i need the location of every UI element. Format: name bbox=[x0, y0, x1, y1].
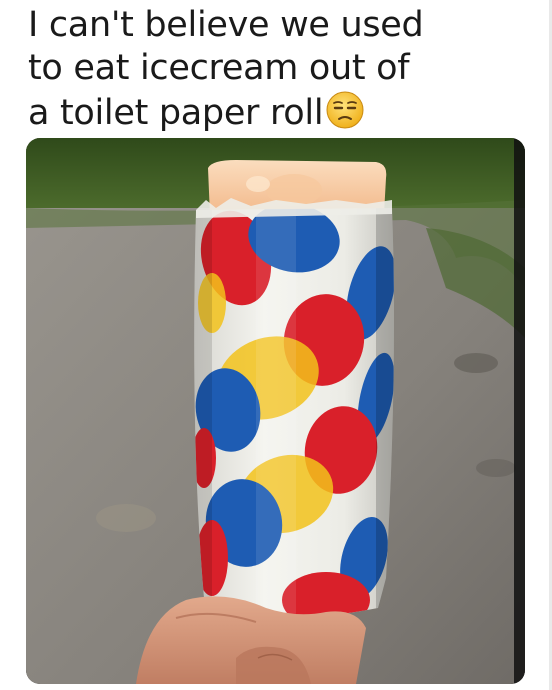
paper-tube bbox=[194, 198, 394, 617]
meme-photo bbox=[26, 138, 525, 684]
unamused-face-icon bbox=[325, 90, 365, 130]
photo-illustration bbox=[26, 138, 525, 684]
meme-post: I can't believe we used to eat icecream … bbox=[0, 0, 552, 690]
caption-line-1: I can't believe we used bbox=[28, 5, 424, 45]
caption-line-3: a toilet paper roll bbox=[28, 90, 528, 135]
meme-caption: I can't believe we used to eat icecream … bbox=[28, 4, 528, 135]
caption-line-2: to eat icecream out of bbox=[28, 48, 410, 88]
caption-line-3-text: a toilet paper roll bbox=[28, 93, 324, 133]
